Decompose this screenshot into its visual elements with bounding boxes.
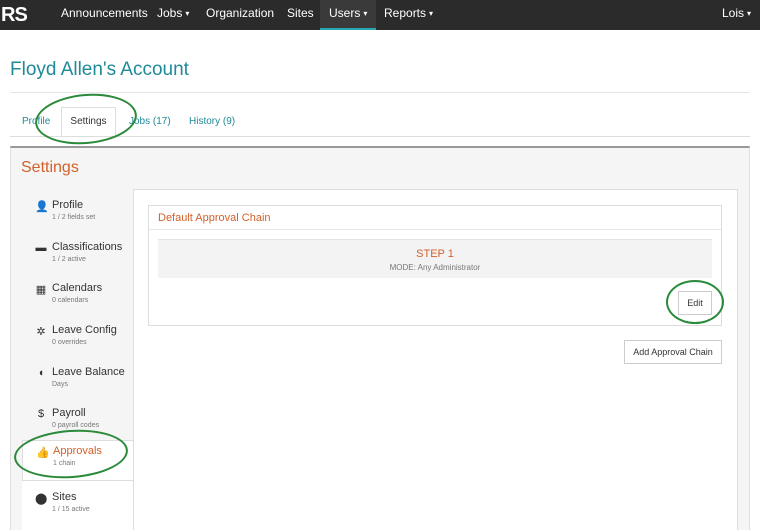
sidebar-item-sublabel: 0 calendars <box>52 297 89 304</box>
sidebar-item-sublabel: 1 chain <box>53 460 76 467</box>
sidebar-item-leave-config[interactable]: ✲ Leave Config 0 overrides <box>22 320 134 361</box>
tabs-divider <box>10 136 750 137</box>
nav-jobs[interactable]: Jobs ▾ <box>157 0 189 30</box>
sidebar-item-classifications[interactable]: ▬ Classifications 1 / 2 active <box>22 237 134 278</box>
folder-icon: ▬ <box>35 242 47 254</box>
nav-label: Reports <box>384 6 427 20</box>
sidebar-item-sublabel: 1 / 2 active <box>52 256 86 263</box>
tab-history[interactable]: History (9) <box>189 116 235 127</box>
edit-button[interactable]: Edit <box>678 291 712 315</box>
sidebar-item-sites[interactable]: ⬤ Sites 1 / 15 active <box>22 487 134 528</box>
sidebar-item-label: Profile <box>52 199 84 211</box>
nav-label: Announcements <box>61 6 148 20</box>
gear-icon: ✲ <box>36 326 46 338</box>
sidebar-item-approvals[interactable]: 👍 Approvals 1 chain <box>22 440 134 481</box>
sidebar-item-sublabel: 0 overrides <box>52 339 87 346</box>
user-name: Lois <box>722 6 745 20</box>
settings-title: Settings <box>21 159 79 176</box>
thumbs-up-icon: 👍 <box>36 447 50 459</box>
sidebar-item-label: Leave Config <box>52 324 117 336</box>
sidebar-item-sublabel: Days <box>52 381 68 388</box>
map-marker-icon: ⬤ <box>35 493 48 505</box>
step-title: STEP 1 <box>416 248 454 260</box>
nav-label: Organization <box>206 6 275 20</box>
app-logo[interactable]: RS <box>0 0 28 30</box>
page-title: Floyd Allen's Account <box>10 59 189 80</box>
nav-organization[interactable]: Organization <box>206 0 274 30</box>
approval-chain-title: Default Approval Chain <box>158 212 271 224</box>
nav-reports[interactable]: Reports ▾ <box>384 0 433 30</box>
nav-users[interactable]: Users ▾ <box>320 0 377 30</box>
chevron-down-icon: ▾ <box>747 9 752 18</box>
nav-announcements[interactable]: Announcements <box>61 0 148 30</box>
sidebar-item-label: Payroll <box>52 407 86 419</box>
sidebar-item-leave-balance[interactable]: ◖ Leave Balance Days <box>22 362 134 403</box>
add-approval-chain-button[interactable]: Add Approval Chain <box>624 340 722 364</box>
nav-label: Users <box>329 6 361 20</box>
nav-label: Sites <box>287 6 314 20</box>
tab-profile[interactable]: Profile <box>22 116 50 127</box>
dollar-icon: $ <box>37 408 45 420</box>
sidebar-item-label: Sites <box>52 491 77 503</box>
divider <box>10 92 750 93</box>
sidebar-item-label: Approvals <box>53 445 102 457</box>
calendar-icon: ▦ <box>35 284 47 296</box>
divider <box>149 229 721 230</box>
sidebar-item-sublabel: 0 payroll codes <box>52 422 100 429</box>
sidebar-item-calendars[interactable]: ▦ Calendars 0 calendars <box>22 278 134 319</box>
user-icon: 👤 <box>35 201 49 213</box>
user-menu[interactable]: Lois ▾ <box>722 0 751 30</box>
step-mode: MODE: Any Administrator <box>389 263 481 272</box>
sidebar-item-profile[interactable]: 👤 Profile 1 / 2 fields set <box>22 195 134 236</box>
sidebar-item-label: Classifications <box>52 241 123 253</box>
top-navbar: RS Announcements Jobs ▾ Organization Site… <box>0 0 760 30</box>
tab-jobs[interactable]: Jobs (17) <box>129 116 171 127</box>
chevron-down-icon: ▾ <box>363 9 368 18</box>
tab-settings[interactable]: Settings <box>61 107 116 137</box>
sidebar-item-sublabel: 1 / 2 fields set <box>52 214 96 221</box>
chevron-down-icon: ▾ <box>429 9 434 18</box>
chevron-down-icon: ▾ <box>185 9 190 18</box>
nav-label: Jobs <box>157 6 183 20</box>
nav-sites[interactable]: Sites <box>287 0 314 30</box>
sidebar-item-payroll[interactable]: $ Payroll 0 payroll codes <box>22 403 134 444</box>
sidebar-item-sublabel: 1 / 15 active <box>52 506 90 513</box>
piggy-bank-icon: ◖ <box>37 367 45 379</box>
sidebar-item-label: Calendars <box>52 282 103 294</box>
sidebar-item-label: Leave Balance <box>52 366 125 378</box>
